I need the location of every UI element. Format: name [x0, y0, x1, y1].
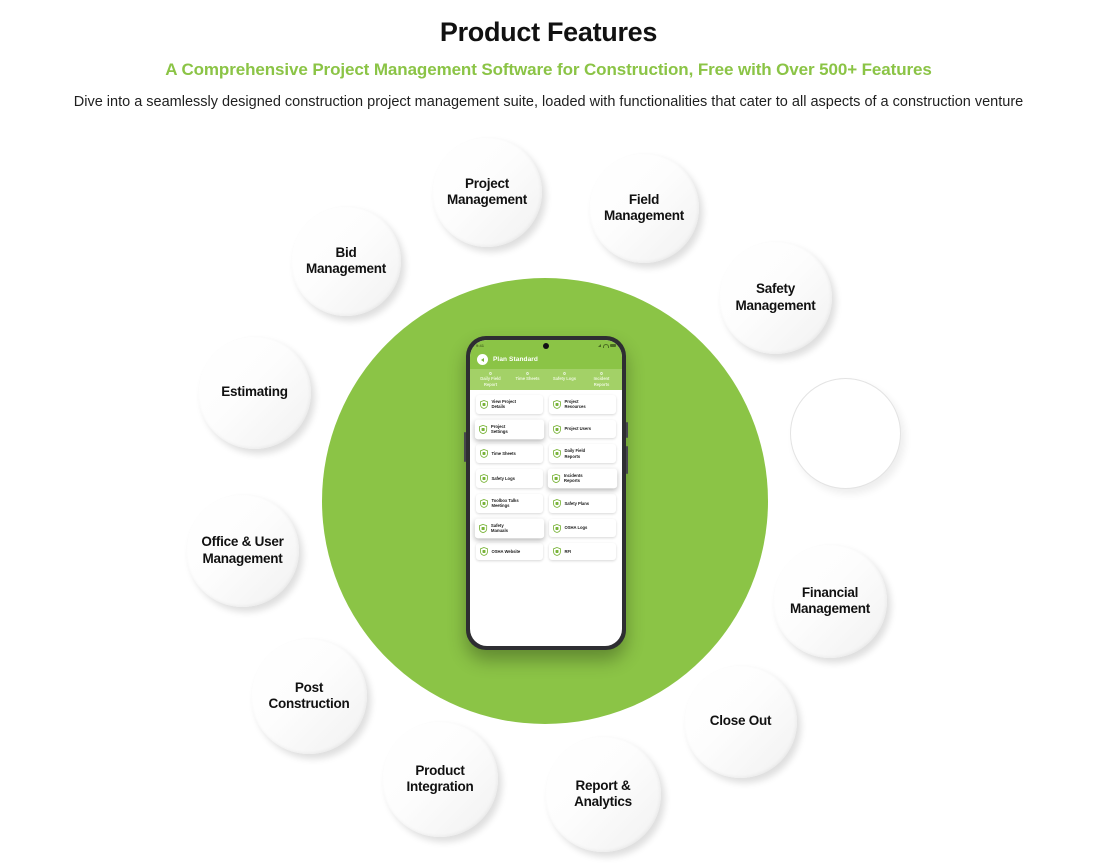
feature-bubble-project-management[interactable]: Project Management [432, 137, 542, 247]
feature-bubble-label: Report & Analytics [574, 777, 632, 809]
shield-icon [480, 449, 488, 459]
feature-bubble-label: Safety Management [735, 281, 816, 313]
phone-mockup: 9:41 Plan Standard 0 Daily Field Report 0 T… [464, 336, 628, 650]
shield-icon [480, 474, 488, 483]
page-title: Product Features [439, 17, 658, 47]
feature-bubble-label: Bid Management [305, 244, 387, 276]
shield-icon [479, 424, 488, 434]
feature-bubble-label: Office & User Management [201, 534, 284, 566]
phone-tile-label: OSHA Logs [564, 525, 588, 531]
shield-icon [480, 547, 488, 557]
phone-tile-label: Project Resources [564, 398, 586, 410]
phone-power-button [626, 422, 628, 438]
page-header: Product Features A Comprehensive Project… [0, 0, 1097, 112]
phone-screen: 9:41 Plan Standard 0 Daily Field Report 0 T… [470, 340, 622, 646]
phone-tile-toolbox-talks-meetings[interactable]: Toolbox Talks Meetings [476, 493, 543, 513]
phone-tile-daily-field-reports[interactable]: Daily Field Reports [549, 444, 616, 464]
phone-tile-label: Time Sheets [491, 451, 516, 457]
phone-tile-label: Incidents Reports [563, 472, 583, 484]
phone-tab-label: Incident Reports [593, 376, 610, 387]
feature-bubble-report-analytics[interactable]: Report & Analytics [545, 736, 661, 852]
status-time: 9:41 [476, 343, 485, 348]
feature-bubble-safety-management[interactable]: Safety Management [719, 241, 832, 354]
phone-tab-label: Time Sheets [515, 376, 540, 382]
shield-icon [553, 424, 561, 434]
phone-tile-view-project-details[interactable]: View Project Details [476, 394, 543, 414]
feature-bubble-close-out[interactable]: Close Out [684, 665, 797, 778]
phone-tile-label: Safety Logs [491, 475, 515, 481]
phone-volume-button [464, 432, 466, 462]
feature-bubble-financial-management[interactable]: Financial Management [773, 544, 887, 658]
phone-tile-label: RFI [564, 549, 572, 555]
shield-icon [553, 523, 561, 533]
feature-wheel-diagram: Project Management Field Management Bid Ma… [0, 120, 1097, 867]
shield-icon [479, 523, 488, 533]
feature-bubble-label: Close Out [709, 713, 772, 729]
feature-bubble-empty[interactable] [790, 378, 901, 489]
phone-tile-project-settings[interactable]: Project Settings [474, 419, 545, 439]
feature-bubble-label: Post Construction [268, 679, 350, 711]
phone-tile-osha-logs[interactable]: OSHA Logs [549, 518, 616, 538]
phone-tile-incidents-reports[interactable]: Incidents Reports [547, 468, 618, 489]
feature-bubble-label: Financial Management [789, 584, 871, 616]
shield-icon [480, 498, 488, 508]
phone-tab-safety-logs[interactable]: 0 Safety Logs [546, 371, 583, 387]
shield-icon [553, 449, 561, 459]
shield-icon [553, 498, 561, 508]
phone-tile-safety-manuals[interactable]: Safety Manuals [474, 518, 545, 538]
phone-tile-osha-website[interactable]: OSHA Website [476, 543, 543, 561]
phone-tab-label: Safety Logs [552, 376, 577, 382]
phone-tab-daily-field-report[interactable]: 0 Daily Field Report [472, 371, 509, 387]
feature-bubble-post-construction[interactable]: Post Construction [251, 638, 367, 754]
page-description: Dive into a seamlessly designed construc… [73, 94, 1024, 111]
phone-tile-project-users[interactable]: Project Users [549, 419, 616, 439]
phone-tile-label: Safety Plans [564, 500, 590, 506]
battery-icon [610, 344, 616, 347]
shield-icon [480, 399, 488, 409]
feature-bubble-office-user-management[interactable]: Office & User Management [186, 494, 299, 607]
feature-bubble-label: Project Management [446, 175, 528, 207]
phone-tile-project-resources[interactable]: Project Resources [549, 394, 616, 414]
phone-tile-safety-plans[interactable]: Safety Plans [549, 493, 616, 513]
phone-tile-label: Daily Field Reports [564, 448, 586, 459]
back-arrow-icon[interactable] [477, 354, 488, 365]
feature-bubble-product-integration[interactable]: Product Integration [382, 721, 498, 837]
feature-bubble-label: Estimating [221, 384, 288, 400]
phone-tile-label: View Project Details [491, 398, 516, 410]
phone-tab-time-sheets[interactable]: 0 Time Sheets [509, 371, 546, 387]
shield-icon [553, 399, 561, 409]
status-icons [598, 343, 616, 348]
phone-side-button [626, 446, 628, 474]
shield-icon [552, 473, 561, 484]
phone-tile-label: Project Settings [490, 423, 508, 435]
feature-tile-grid: View Project Details Project Resources Pro… [470, 389, 622, 567]
feature-bubble-label: Product Integration [406, 762, 474, 794]
signal-icon [598, 344, 601, 347]
page-subtitle: A Comprehensive Project Management Softw… [165, 60, 932, 80]
feature-bubble-field-management[interactable]: Field Management [589, 153, 699, 263]
phone-tile-rfi[interactable]: RFI [549, 543, 616, 561]
phone-tile-time-sheets[interactable]: Time Sheets [476, 444, 543, 464]
feature-bubble-bid-management[interactable]: Bid Management [291, 206, 401, 316]
front-camera-icon [543, 343, 549, 349]
shield-icon [553, 547, 561, 557]
app-bar: Plan Standard [470, 351, 622, 369]
phone-tile-label: Safety Manuals [490, 522, 508, 534]
phone-tile-safety-logs[interactable]: Safety Logs [476, 469, 543, 488]
wifi-icon [602, 343, 609, 348]
phone-tile-label: Toolbox Talks Meetings [491, 497, 519, 509]
tab-bar: 0 Daily Field Report 0 Time Sheets 0 Safety L… [470, 369, 622, 390]
feature-bubble-estimating[interactable]: Estimating [198, 336, 311, 449]
phone-tab-label: Daily Field Report [480, 376, 501, 387]
status-bar: 9:41 [470, 340, 622, 351]
phone-tile-label: OSHA Website [491, 549, 521, 555]
feature-bubble-label: Field Management [603, 191, 685, 223]
app-bar-title: Plan Standard [493, 356, 539, 363]
phone-tile-label: Project Users [564, 426, 592, 432]
phone-tab-incident-reports[interactable]: 0 Incident Reports [583, 371, 620, 387]
